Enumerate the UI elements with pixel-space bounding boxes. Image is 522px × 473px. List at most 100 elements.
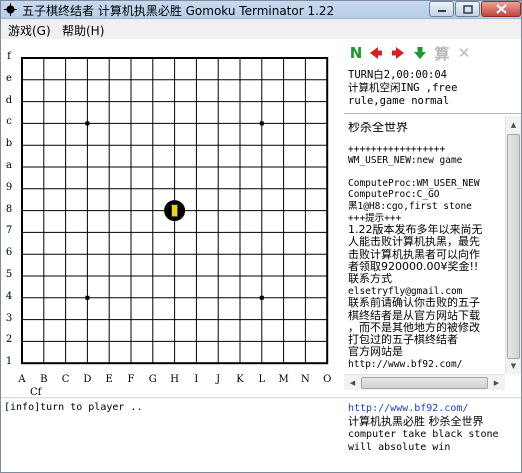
file-label: B bbox=[40, 374, 48, 385]
new-game-button[interactable]: N bbox=[348, 44, 364, 62]
previous-move-button[interactable] bbox=[368, 44, 384, 62]
minimize-icon bbox=[437, 10, 446, 12]
arrow-down-icon bbox=[414, 47, 426, 59]
log-line: http://www.bf92.com/ bbox=[348, 358, 463, 370]
info-text: [info]turn to player .. bbox=[4, 402, 143, 413]
rank-label: 7 bbox=[5, 225, 13, 237]
file-label: M bbox=[278, 374, 289, 385]
log-line: 打包过的五子棋终结者 bbox=[348, 334, 458, 347]
rank-label: a bbox=[6, 160, 12, 171]
promo-english-line1: computer take black stone bbox=[348, 429, 499, 440]
file-label: E bbox=[105, 374, 113, 385]
maximize-button[interactable] bbox=[455, 1, 480, 17]
log-box[interactable]: 秒杀全世界 +++++++++++++++++ WM_USER_NEW:new g… bbox=[344, 116, 522, 400]
gomoku-stone-icon bbox=[4, 3, 17, 16]
rank-label: f bbox=[7, 51, 11, 62]
new-game-icon: N bbox=[349, 44, 363, 62]
arrow-left-icon bbox=[370, 47, 382, 59]
board-area: fedcba987654321 ABCDEFGHIJKLMNO Cf bbox=[0, 42, 343, 400]
rank-label: 2 bbox=[5, 334, 13, 346]
bottom-divider bbox=[0, 397, 522, 399]
log-line: 者领取920000.00¥奖金!! bbox=[348, 261, 479, 274]
log-line: 官方网站是 bbox=[348, 346, 403, 359]
rank-label: 9 bbox=[5, 181, 13, 193]
rank-label: b bbox=[5, 138, 13, 150]
file-label: I bbox=[194, 374, 199, 385]
file-label: D bbox=[83, 374, 92, 385]
log-line: 联系方式 bbox=[348, 273, 392, 286]
stone-black-H8 bbox=[164, 200, 186, 222]
rank-label: 4 bbox=[5, 290, 13, 302]
log-title: 秒杀全世界 bbox=[348, 122, 409, 134]
log-line: ，而不是其他地方的被修改 bbox=[348, 321, 480, 334]
menu-help[interactable]: 帮助(H) bbox=[62, 22, 104, 39]
log-line: WM_USER_NEW:new game bbox=[348, 155, 463, 167]
log-line: +++提示+++ bbox=[348, 212, 402, 224]
status-turn: TURN白2,00:00:04 bbox=[348, 69, 448, 81]
compute-button[interactable]: 算 bbox=[434, 44, 450, 63]
minimize-button[interactable] bbox=[429, 1, 454, 17]
website-link[interactable]: http://www.bf92.com/ bbox=[348, 402, 520, 415]
cancel-button[interactable]: ✕ bbox=[456, 44, 472, 62]
rank-label: d bbox=[5, 94, 13, 106]
log-line: 1.22版本发布多年以来尚无 bbox=[348, 224, 483, 237]
menu-bar: 游戏(G) 帮助(H) bbox=[0, 19, 522, 39]
log-horizontal-scrollbar[interactable]: ◀ ▶ bbox=[344, 374, 505, 390]
log-line: 联系前请确认你击败的五子 bbox=[348, 297, 480, 310]
toolbar: N 算 ✕ bbox=[344, 42, 522, 64]
menu-game[interactable]: 游戏(G) bbox=[8, 22, 51, 39]
log-line: 黑1@H8:cgo,first stone bbox=[348, 200, 472, 212]
download-button[interactable] bbox=[412, 44, 428, 62]
log-line: ComputeProc:WM_USER_NEW bbox=[348, 177, 480, 189]
rank-label: 8 bbox=[5, 203, 13, 215]
log-hscroll-thumb[interactable] bbox=[361, 377, 488, 389]
file-label: O bbox=[323, 374, 332, 385]
star-point bbox=[259, 295, 264, 300]
info-message: [info]turn to player .. bbox=[4, 402, 334, 470]
scroll-down-icon[interactable]: ▼ bbox=[505, 357, 522, 374]
log-line: ComputeProc:C_GO bbox=[348, 189, 440, 201]
log-line: 棋终结者是从官方网站下载 bbox=[348, 309, 480, 322]
file-label: L bbox=[258, 374, 266, 385]
close-icon bbox=[495, 4, 507, 14]
star-point bbox=[259, 121, 264, 126]
scroll-left-icon[interactable]: ◀ bbox=[344, 375, 361, 391]
cancel-icon: ✕ bbox=[457, 44, 471, 62]
file-label: N bbox=[301, 374, 310, 385]
rank-label: c bbox=[6, 116, 12, 128]
scroll-right-icon[interactable]: ▶ bbox=[488, 375, 505, 391]
compute-icon: 算 bbox=[434, 44, 450, 63]
rank-label: 6 bbox=[5, 247, 13, 259]
title-bar[interactable]: 五子棋终结者 计算机执黑必胜 Gomoku Terminator 1.22 bbox=[0, 0, 522, 19]
file-label: F bbox=[127, 374, 135, 385]
arrow-right-icon bbox=[392, 47, 404, 59]
file-label: C bbox=[61, 374, 70, 385]
close-button[interactable] bbox=[481, 1, 521, 17]
file-label: G bbox=[148, 374, 157, 385]
status-engine: 计算机空闲ING ,free bbox=[348, 82, 458, 94]
log-content: 秒杀全世界 +++++++++++++++++ WM_USER_NEW:new g… bbox=[348, 122, 504, 372]
scroll-up-icon[interactable]: ▲ bbox=[505, 116, 522, 133]
file-label: H bbox=[170, 374, 179, 385]
log-line: +++++++++++++++++ bbox=[348, 143, 446, 155]
last-move-marker bbox=[171, 204, 179, 218]
status-panel: TURN白2,00:00:04 计算机空闲ING ,free rule,game n… bbox=[348, 69, 457, 108]
star-point bbox=[85, 295, 90, 300]
rank-label: 5 bbox=[5, 269, 13, 280]
file-label: J bbox=[216, 374, 221, 385]
rank-label: 1 bbox=[5, 356, 13, 368]
window-title: 五子棋终结者 计算机执黑必胜 Gomoku Terminator 1.22 bbox=[22, 4, 335, 18]
next-move-button[interactable] bbox=[390, 44, 406, 62]
log-line: elsetryfly@gmail.com bbox=[348, 285, 463, 297]
divider bbox=[344, 113, 522, 114]
promo-english-line2: will absolute win bbox=[348, 442, 451, 453]
promo-slogan: 计算机执黑必胜 秒杀全世界 bbox=[348, 415, 484, 428]
status-rule: rule,game normal bbox=[348, 95, 450, 107]
gomoku-board[interactable] bbox=[0, 42, 343, 372]
maximize-icon bbox=[462, 4, 473, 14]
log-scroll-thumb[interactable] bbox=[507, 134, 520, 359]
log-line: 人能击败计算机执黑，最先 bbox=[348, 236, 480, 249]
log-line: 击败计算机执黑者可以向作 bbox=[348, 248, 480, 261]
star-point bbox=[85, 121, 90, 126]
